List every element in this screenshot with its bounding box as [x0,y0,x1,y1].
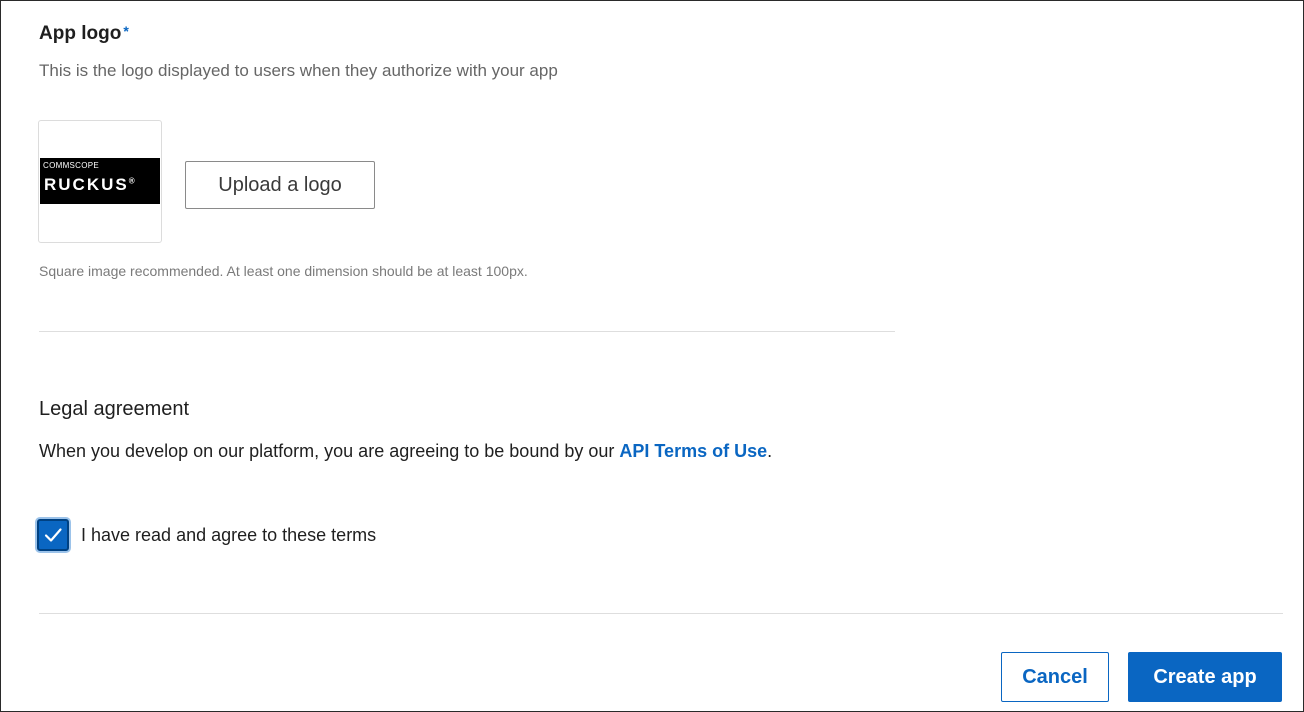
legal-agreement-text: When you develop on our platform, you ar… [39,441,772,462]
legal-text-suffix: . [767,441,773,461]
agree-terms-label[interactable]: I have read and agree to these terms [81,525,376,546]
logo-registered-mark: ® [128,176,135,186]
logo-preview: COMMSCOPE RUCKUS® [38,120,162,243]
cancel-button[interactable]: Cancel [1001,652,1109,702]
section-divider [39,331,895,332]
legal-text-prefix: When you develop on our platform, you ar… [39,441,620,461]
footer-divider [39,613,1283,614]
app-logo-title: App logo [39,23,122,44]
upload-logo-button[interactable]: Upload a logo [185,161,375,209]
logo-image: COMMSCOPE RUCKUS® [40,158,160,204]
app-logo-description: This is the logo displayed to users when… [39,61,558,80]
app-form-panel: App logo * This is the logo displayed to … [0,0,1304,712]
create-app-button[interactable]: Create app [1128,652,1282,702]
api-terms-link[interactable]: API Terms of Use [619,441,767,461]
legal-agreement-heading: Legal agreement [39,398,190,420]
checkmark-icon [44,528,62,542]
required-asterisk: * [123,23,129,39]
agree-terms-checkbox[interactable] [37,519,69,551]
logo-brand-name: RUCKUS [44,175,129,194]
logo-brand-text: RUCKUS® [44,175,135,195]
app-logo-heading: App logo * [39,23,129,45]
logo-size-hint: Square image recommended. At least one d… [39,263,528,279]
logo-top-text: COMMSCOPE [43,161,100,170]
